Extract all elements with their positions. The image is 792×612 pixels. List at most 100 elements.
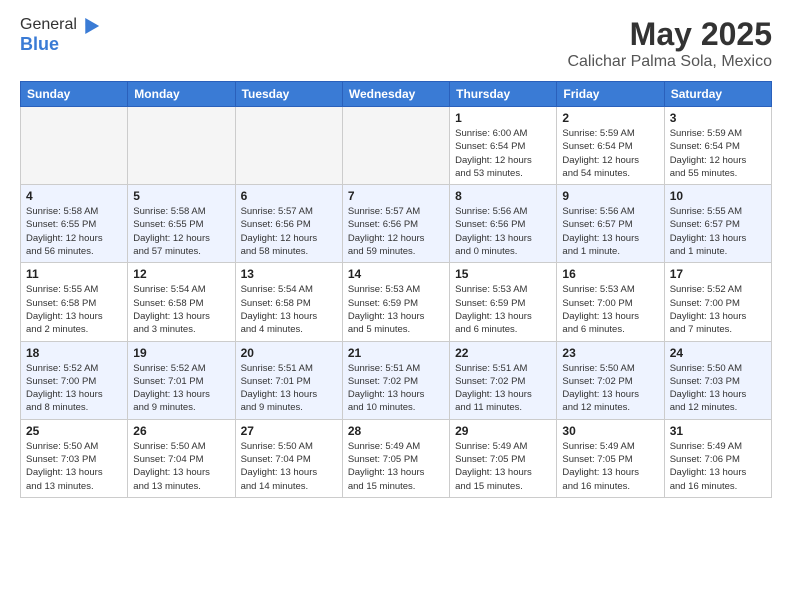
cell-date-number: 28 xyxy=(348,424,444,438)
cell-info-text: Sunrise: 5:53 AMSunset: 7:00 PMDaylight:… xyxy=(562,283,658,336)
cell-date-number: 21 xyxy=(348,346,444,360)
cell-date-number: 7 xyxy=(348,189,444,203)
calendar-cell: 9 Sunrise: 5:56 AMSunset: 6:57 PMDaylight… xyxy=(557,185,664,263)
calendar-cell: 29Sunrise: 5:49 AMSunset: 7:05 PMDayligh… xyxy=(450,419,557,497)
cell-info-text: Sunrise: 5:49 AMSunset: 7:05 PMDaylight:… xyxy=(348,440,444,493)
week-row-3: 11 Sunrise: 5:55 AMSunset: 6:58 PMDayligh… xyxy=(21,263,772,341)
calendar-cell xyxy=(128,107,235,185)
calendar-cell xyxy=(21,107,128,185)
cell-info-text: Sunrise: 5:57 AMSunset: 6:56 PMDaylight:… xyxy=(241,205,337,258)
calendar-cell: 3 Sunrise: 5:59 AMSunset: 6:54 PMDaylight… xyxy=(664,107,771,185)
cell-info-text: Sunrise: 5:52 AMSunset: 7:00 PMDaylight:… xyxy=(26,362,122,415)
cell-date-number: 6 xyxy=(241,189,337,203)
cell-info-text: Sunrise: 5:53 AMSunset: 6:59 PMDaylight:… xyxy=(348,283,444,336)
cell-date-number: 31 xyxy=(670,424,766,438)
cell-info-text: Sunrise: 6:00 AMSunset: 6:54 PMDaylight:… xyxy=(455,127,551,180)
cell-date-number: 9 xyxy=(562,189,658,203)
calendar-table: Sunday Monday Tuesday Wednesday Thursday… xyxy=(20,81,772,498)
title-block: May 2025 Calichar Palma Sola, Mexico xyxy=(567,16,772,71)
cell-date-number: 27 xyxy=(241,424,337,438)
cell-info-text: Sunrise: 5:55 AMSunset: 6:58 PMDaylight:… xyxy=(26,283,122,336)
cell-info-text: Sunrise: 5:56 AMSunset: 6:56 PMDaylight:… xyxy=(455,205,551,258)
cell-info-text: Sunrise: 5:53 AMSunset: 6:59 PMDaylight:… xyxy=(455,283,551,336)
week-row-4: 18 Sunrise: 5:52 AMSunset: 7:00 PMDayligh… xyxy=(21,341,772,419)
main-title: May 2025 xyxy=(567,16,772,53)
cell-info-text: Sunrise: 5:58 AMSunset: 6:55 PMDaylight:… xyxy=(133,205,229,258)
calendar-cell xyxy=(342,107,449,185)
cell-info-text: Sunrise: 5:55 AMSunset: 6:57 PMDaylight:… xyxy=(670,205,766,258)
cell-date-number: 4 xyxy=(26,189,122,203)
calendar-cell: 7Sunrise: 5:57 AMSunset: 6:56 PMDaylight… xyxy=(342,185,449,263)
cell-info-text: Sunrise: 5:49 AMSunset: 7:05 PMDaylight:… xyxy=(562,440,658,493)
cell-date-number: 18 xyxy=(26,346,122,360)
cell-info-text: Sunrise: 5:50 AMSunset: 7:04 PMDaylight:… xyxy=(241,440,337,493)
cell-date-number: 17 xyxy=(670,267,766,281)
cell-date-number: 19 xyxy=(133,346,229,360)
cell-info-text: Sunrise: 5:52 AMSunset: 7:00 PMDaylight:… xyxy=(670,283,766,336)
col-wednesday: Wednesday xyxy=(342,82,449,107)
cell-date-number: 14 xyxy=(348,267,444,281)
cell-date-number: 11 xyxy=(26,267,122,281)
logo-text-general: General xyxy=(20,16,77,34)
cell-date-number: 30 xyxy=(562,424,658,438)
calendar-cell: 8 Sunrise: 5:56 AMSunset: 6:56 PMDaylight… xyxy=(450,185,557,263)
cell-info-text: Sunrise: 5:54 AMSunset: 6:58 PMDaylight:… xyxy=(133,283,229,336)
cell-date-number: 8 xyxy=(455,189,551,203)
calendar-cell: 26Sunrise: 5:50 AMSunset: 7:04 PMDayligh… xyxy=(128,419,235,497)
calendar-cell: 21 Sunrise: 5:51 AMSunset: 7:02 PMDayligh… xyxy=(342,341,449,419)
cell-date-number: 15 xyxy=(455,267,551,281)
cell-date-number: 12 xyxy=(133,267,229,281)
calendar-cell: 16 Sunrise: 5:53 AMSunset: 7:00 PMDayligh… xyxy=(557,263,664,341)
calendar-cell: 6 Sunrise: 5:57 AMSunset: 6:56 PMDaylight… xyxy=(235,185,342,263)
calendar-cell: 10Sunrise: 5:55 AMSunset: 6:57 PMDayligh… xyxy=(664,185,771,263)
calendar-header-row: Sunday Monday Tuesday Wednesday Thursday… xyxy=(21,82,772,107)
cell-date-number: 2 xyxy=(562,111,658,125)
logo-icon xyxy=(78,14,99,34)
cell-date-number: 23 xyxy=(562,346,658,360)
cell-date-number: 13 xyxy=(241,267,337,281)
cell-date-number: 5 xyxy=(133,189,229,203)
header: General Blue May 2025 Calichar Palma Sol… xyxy=(20,16,772,71)
calendar-cell: 11 Sunrise: 5:55 AMSunset: 6:58 PMDayligh… xyxy=(21,263,128,341)
cell-info-text: Sunrise: 5:51 AMSunset: 7:02 PMDaylight:… xyxy=(348,362,444,415)
calendar-cell: 25Sunrise: 5:50 AMSunset: 7:03 PMDayligh… xyxy=(21,419,128,497)
cell-date-number: 3 xyxy=(670,111,766,125)
week-row-2: 4 Sunrise: 5:58 AMSunset: 6:55 PMDaylight… xyxy=(21,185,772,263)
col-tuesday: Tuesday xyxy=(235,82,342,107)
calendar-cell: 27 Sunrise: 5:50 AMSunset: 7:04 PMDayligh… xyxy=(235,419,342,497)
calendar-cell: 5 Sunrise: 5:58 AMSunset: 6:55 PMDaylight… xyxy=(128,185,235,263)
logo-text-blue: Blue xyxy=(20,34,59,55)
cell-date-number: 24 xyxy=(670,346,766,360)
calendar-cell: 30 Sunrise: 5:49 AMSunset: 7:05 PMDayligh… xyxy=(557,419,664,497)
page: General Blue May 2025 Calichar Palma Sol… xyxy=(0,0,792,612)
calendar-cell: 28 Sunrise: 5:49 AMSunset: 7:05 PMDayligh… xyxy=(342,419,449,497)
cell-info-text: Sunrise: 5:56 AMSunset: 6:57 PMDaylight:… xyxy=(562,205,658,258)
cell-info-text: Sunrise: 5:59 AMSunset: 6:54 PMDaylight:… xyxy=(562,127,658,180)
col-thursday: Thursday xyxy=(450,82,557,107)
calendar-cell: 24Sunrise: 5:50 AMSunset: 7:03 PMDayligh… xyxy=(664,341,771,419)
cell-info-text: Sunrise: 5:50 AMSunset: 7:02 PMDaylight:… xyxy=(562,362,658,415)
subtitle: Calichar Palma Sola, Mexico xyxy=(567,53,772,71)
cell-info-text: Sunrise: 5:50 AMSunset: 7:04 PMDaylight:… xyxy=(133,440,229,493)
cell-info-text: Sunrise: 5:51 AMSunset: 7:02 PMDaylight:… xyxy=(455,362,551,415)
calendar-cell: 31 Sunrise: 5:49 AMSunset: 7:06 PMDayligh… xyxy=(664,419,771,497)
cell-info-text: Sunrise: 5:59 AMSunset: 6:54 PMDaylight:… xyxy=(670,127,766,180)
calendar-cell: 20 Sunrise: 5:51 AMSunset: 7:01 PMDayligh… xyxy=(235,341,342,419)
cell-info-text: Sunrise: 5:58 AMSunset: 6:55 PMDaylight:… xyxy=(26,205,122,258)
week-row-5: 25Sunrise: 5:50 AMSunset: 7:03 PMDayligh… xyxy=(21,419,772,497)
col-monday: Monday xyxy=(128,82,235,107)
cell-date-number: 20 xyxy=(241,346,337,360)
cell-info-text: Sunrise: 5:54 AMSunset: 6:58 PMDaylight:… xyxy=(241,283,337,336)
calendar-cell: 1 Sunrise: 6:00 AMSunset: 6:54 PMDaylight… xyxy=(450,107,557,185)
calendar-cell xyxy=(235,107,342,185)
col-saturday: Saturday xyxy=(664,82,771,107)
cell-info-text: Sunrise: 5:51 AMSunset: 7:01 PMDaylight:… xyxy=(241,362,337,415)
cell-date-number: 16 xyxy=(562,267,658,281)
week-row-1: 1 Sunrise: 6:00 AMSunset: 6:54 PMDaylight… xyxy=(21,107,772,185)
calendar-cell: 13 Sunrise: 5:54 AMSunset: 6:58 PMDayligh… xyxy=(235,263,342,341)
calendar-cell: 12 Sunrise: 5:54 AMSunset: 6:58 PMDayligh… xyxy=(128,263,235,341)
calendar-cell: 23 Sunrise: 5:50 AMSunset: 7:02 PMDayligh… xyxy=(557,341,664,419)
cell-info-text: Sunrise: 5:49 AMSunset: 7:06 PMDaylight:… xyxy=(670,440,766,493)
calendar-cell: 4 Sunrise: 5:58 AMSunset: 6:55 PMDaylight… xyxy=(21,185,128,263)
cell-date-number: 1 xyxy=(455,111,551,125)
